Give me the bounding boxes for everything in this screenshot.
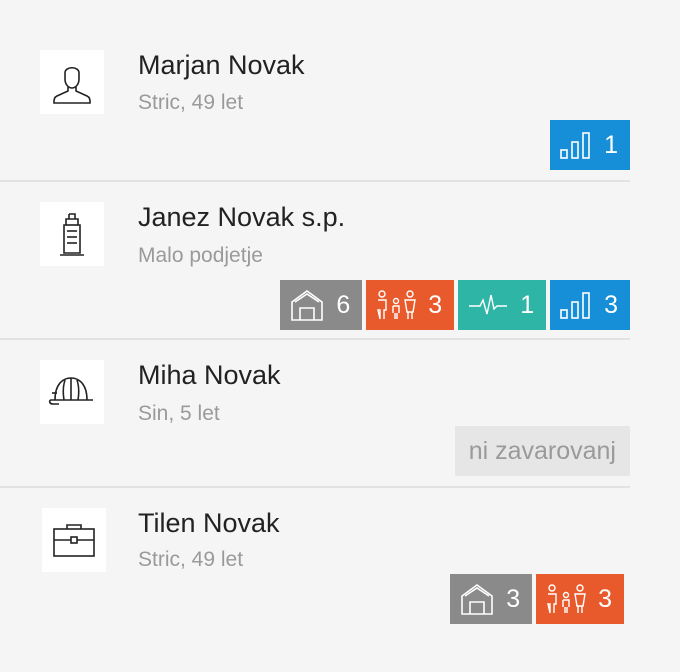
avatar [40, 202, 104, 266]
briefcase-icon [53, 524, 95, 557]
family-badge[interactable]: 3 [366, 280, 455, 330]
health-badge[interactable]: 1 [458, 280, 547, 330]
insurance-badges: ni zavarovanj [454, 426, 630, 476]
badge-count: 3 [604, 290, 618, 319]
signal-bars-icon [560, 292, 590, 319]
family-icon [377, 290, 417, 320]
family-icon [547, 584, 586, 614]
house-badge[interactable]: 6 [280, 280, 363, 330]
person-name: Janez Novak s.p. [138, 202, 346, 232]
badge-count: 1 [604, 130, 618, 159]
insurance-badges: 3 3 [450, 574, 624, 624]
signal-badge[interactable]: 3 [550, 280, 630, 330]
person-subtitle: Malo podjetje [138, 244, 263, 267]
family-badge[interactable]: 3 [536, 574, 624, 624]
person-name: Tilen Novak [138, 508, 280, 538]
badge-count: 1 [520, 290, 535, 319]
avatar [42, 508, 106, 572]
avatar [40, 50, 104, 114]
cap-icon [48, 377, 93, 405]
person-card-tilen-novak[interactable]: Tilen Novak Stric, 49 let 3 3 [0, 488, 630, 672]
person-card-marjan-novak[interactable]: Marjan Novak Stric, 49 let 1 [0, 0, 630, 180]
person-subtitle: Stric, 49 let [138, 91, 244, 114]
badge-count: 3 [506, 584, 521, 613]
person-icon [53, 66, 91, 104]
insurance-badges: 6 3 1 3 [280, 280, 630, 330]
house-icon [461, 584, 493, 615]
avatar [40, 360, 104, 424]
no-insurance-badge: ni zavarovanj [454, 426, 630, 476]
person-subtitle: Sin, 5 let [138, 402, 220, 425]
badge-count: 6 [336, 290, 351, 319]
person-name: Miha Novak [138, 360, 281, 390]
person-card-miha-novak[interactable]: Miha Novak Sin, 5 let ni zavarovanj [0, 340, 630, 486]
house-icon [291, 290, 324, 321]
insurance-badges: 1 [550, 120, 630, 170]
heartbeat-icon [469, 294, 508, 315]
building-icon [60, 213, 84, 256]
badge-count: 3 [598, 584, 612, 613]
signal-badge[interactable]: 1 [550, 120, 630, 170]
signal-bars-icon [560, 132, 590, 159]
person-subtitle: Stric, 49 let [138, 548, 244, 571]
badge-count: 3 [428, 290, 443, 319]
person-name: Marjan Novak [138, 50, 305, 80]
house-badge[interactable]: 3 [450, 574, 533, 624]
person-card-janez-novak-sp[interactable]: Janez Novak s.p. Malo podjetje 6 3 1 3 [0, 182, 630, 338]
